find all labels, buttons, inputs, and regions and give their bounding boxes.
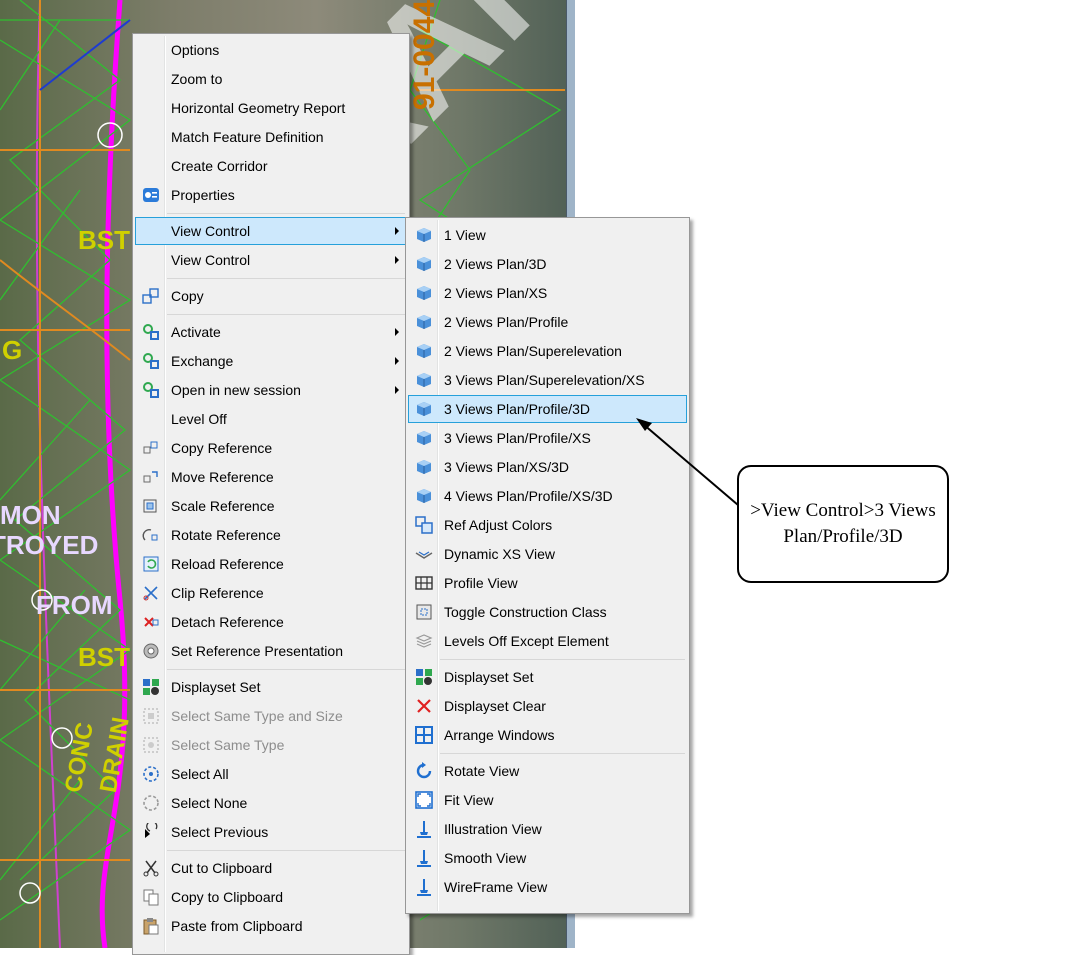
callout-text: >View Control>3 Views Plan/Profile/3D bbox=[750, 500, 936, 547]
annotation-callout: >View Control>3 Views Plan/Profile/3D bbox=[737, 465, 949, 583]
